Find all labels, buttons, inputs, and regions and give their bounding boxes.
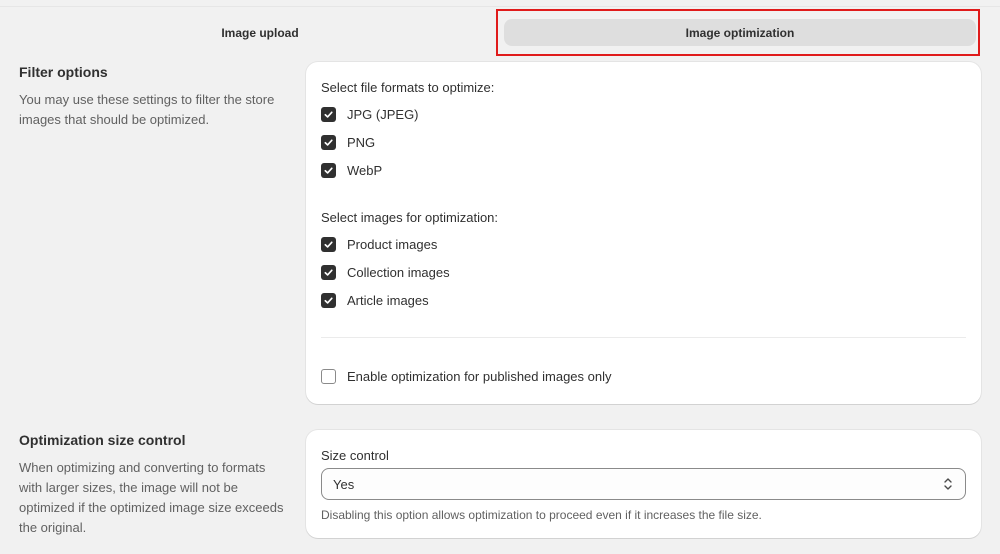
size-control-select[interactable]: Yes: [321, 468, 966, 500]
top-divider: [0, 6, 1000, 7]
size-control-title: Optimization size control: [19, 432, 186, 448]
checkbox-label: WebP: [347, 162, 383, 178]
filter-options-title: Filter options: [19, 64, 108, 80]
size-control-description: When optimizing and converting to format…: [19, 460, 284, 535]
checkbox-label: Collection images: [347, 264, 450, 280]
images-label: Select images for optimization:: [321, 210, 499, 225]
checkbox-product-images[interactable]: Product images: [321, 234, 437, 254]
checkbox-label: Product images: [347, 236, 438, 252]
checkbox-label: PNG: [347, 134, 376, 150]
filter-options-card: Select file formats to optimize: JPG (JP…: [306, 62, 981, 404]
check-icon: [321, 162, 336, 178]
check-icon: [321, 106, 336, 122]
tab-image-optimization[interactable]: Image optimization: [504, 19, 976, 46]
chevron-up-down-icon: [942, 477, 954, 494]
checkbox-label: Enable optimization for published images…: [347, 368, 612, 384]
filter-options-description: You may use these settings to filter the…: [19, 92, 275, 127]
check-icon: [321, 134, 336, 150]
select-value: Yes: [333, 476, 355, 492]
tab-image-upload[interactable]: Image upload: [20, 19, 500, 46]
checkbox-png[interactable]: PNG: [321, 132, 375, 152]
size-control-card: Size control Yes Disabling this option a…: [306, 430, 981, 538]
checkbox-label: Article images: [347, 292, 429, 308]
checkbox-jpg[interactable]: JPG (JPEG): [321, 104, 419, 124]
check-icon: [321, 236, 336, 252]
check-icon: [321, 264, 336, 280]
checkbox-collection-images[interactable]: Collection images: [321, 262, 450, 282]
checkbox-webp[interactable]: WebP: [321, 160, 382, 180]
size-control-help: Disabling this option allows optimizatio…: [321, 508, 762, 522]
checkbox-label: JPG (JPEG): [347, 106, 419, 122]
formats-label: Select file formats to optimize:: [321, 80, 495, 95]
checkbox-article-images[interactable]: Article images: [321, 290, 429, 310]
size-control-label: Size control: [321, 448, 389, 463]
check-icon: [321, 292, 336, 308]
empty-checkbox-icon: [321, 368, 336, 384]
card-divider: [321, 337, 966, 338]
checkbox-published-only[interactable]: Enable optimization for published images…: [321, 366, 612, 386]
